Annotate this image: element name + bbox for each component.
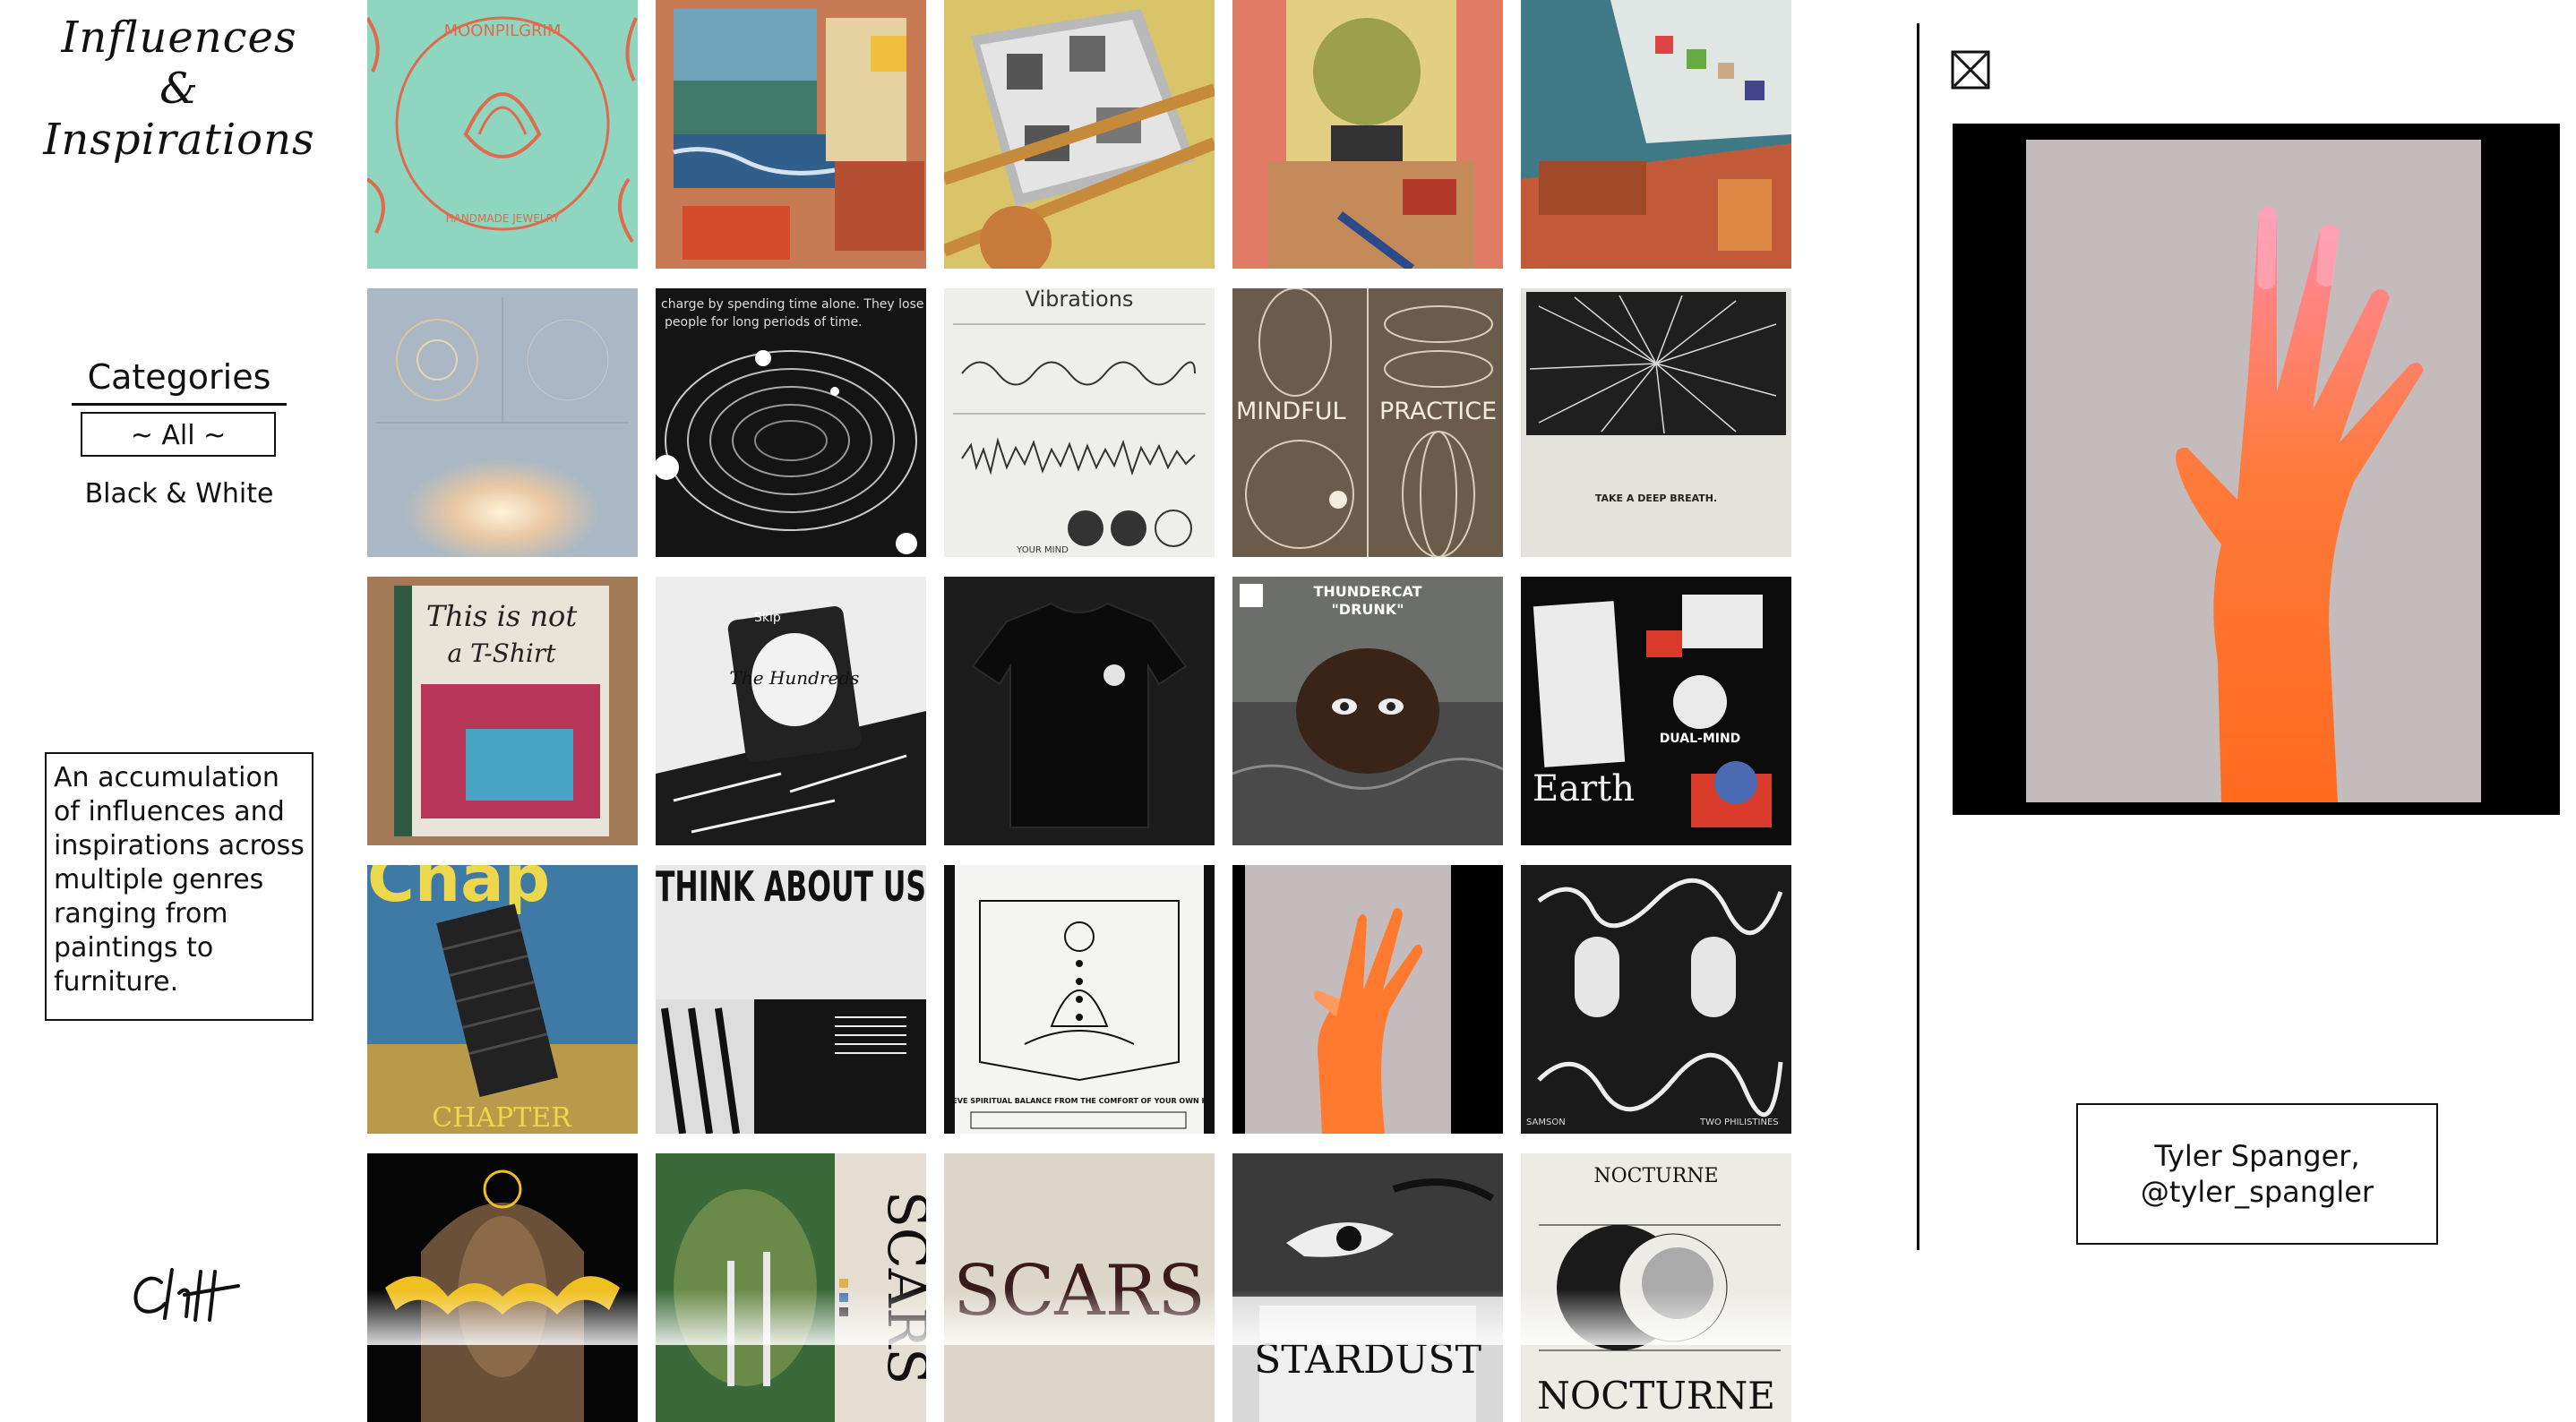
svg-text:PRACTICE: PRACTICE [1379, 398, 1497, 425]
signature-logo-icon [133, 1268, 240, 1322]
svg-text:TWO PHILISTINES: TWO PHILISTINES [1699, 1118, 1779, 1127]
image-credit-text: Tyler Spanger, @tyler_spangler [2140, 1139, 2374, 1209]
tile-vibrations-poster[interactable]: Vibrations YOUR MIND [944, 288, 1215, 557]
svg-text:TAKE A DEEP BREATH.: TAKE A DEEP BREATH. [1595, 493, 1717, 504]
tile-moonpilgrim[interactable]: MOONPILGRIM HANDMADE JEWELRY [367, 0, 638, 269]
svg-text:a T-Shirt: a T-Shirt [448, 638, 557, 668]
tile-scars-title: SCARS [953, 1251, 1206, 1332]
tile-thundercat-drunk-album[interactable]: THUNDERCAT "DRUNK" [1232, 577, 1503, 845]
tile-samson-philistines[interactable]: SAMSON TWO PHILISTINES [1521, 865, 1791, 1134]
category-black-white-link[interactable]: Black & White [72, 475, 287, 514]
svg-text:SAMSON: SAMSON [1526, 1118, 1566, 1127]
tile-tshirt-title: This is not [426, 599, 577, 633]
tile-think-about-us[interactable]: THINK ABOUT US [656, 865, 926, 1134]
tile-stardust[interactable]: STARDUST [1232, 1153, 1503, 1422]
tile-painting-studio-window[interactable] [656, 0, 926, 269]
svg-text:Chap: Chap [367, 865, 550, 916]
description-box: An accumulation of influences and inspir… [45, 752, 313, 1021]
tile-chapter-title: CHAPTER [432, 1102, 572, 1134]
tile-thundercat-title: THUNDERCAT [1313, 583, 1421, 600]
tile-painting-typewriter-room[interactable] [1232, 0, 1503, 269]
tile-the-hundreds-cards[interactable]: The Hundreds Skip [656, 577, 926, 845]
tile-black-tshirt[interactable] [944, 577, 1215, 845]
close-icon[interactable] [1951, 50, 1990, 90]
tile-orbit-diagram[interactable]: charge by spending time alone. They lose… [656, 288, 926, 557]
tile-vibrations-title: Vibrations [1026, 288, 1134, 312]
svg-text:ACHIEVE SPIRITUAL BALANCE FROM: ACHIEVE SPIRITUAL BALANCE FROM THE COMFO… [944, 1097, 1215, 1105]
tile-scars-cover-trees[interactable]: SCARS [656, 1153, 926, 1422]
site-title-line-1: Influences & [61, 13, 297, 114]
tile-moonpilgrim-title: MOONPILGRIM [444, 21, 562, 40]
tile-painting-photo-album[interactable] [944, 0, 1215, 269]
signature-logo[interactable] [125, 1263, 242, 1325]
svg-text:NOCTURNE: NOCTURNE [1593, 1165, 1718, 1187]
category-all-button[interactable]: ~ All ~ [81, 412, 276, 457]
tile-think-title: THINK ABOUT US [656, 865, 926, 911]
site-title: Influences & Inspirations [36, 13, 322, 166]
tile-earth-title: Earth [1533, 768, 1635, 810]
tile-this-is-not-a-tshirt-book[interactable]: This is not a T-Shirt [367, 577, 638, 845]
svg-text:people for long periods of tim: people for long periods of time. [665, 315, 863, 330]
svg-text:charge by spending time alone.: charge by spending time alone. They lose… [661, 297, 926, 312]
tile-hundreds-title: The Hundreds [730, 667, 860, 689]
inspiration-grid: MOONPILGRIM HANDMADE JEWELRY charge by s… [367, 0, 1795, 1422]
svg-text:DUAL-MIND: DUAL-MIND [1660, 732, 1741, 746]
tile-deep-breath[interactable]: TAKE A DEEP BREATH. [1521, 288, 1791, 557]
tile-mindful-practice[interactable]: MINDFUL PRACTICE [1232, 288, 1503, 557]
svg-text:SCARS: SCARS [875, 1191, 926, 1385]
tile-scars-wordmark[interactable]: SCARS [944, 1153, 1215, 1422]
tile-stardust-title: STARDUST [1254, 1337, 1481, 1383]
tile-nocturne-title: NOCTURNE [1537, 1374, 1775, 1418]
tile-orange-hand-thumb[interactable] [1232, 865, 1503, 1134]
svg-text:YOUR MIND: YOUR MIND [1016, 545, 1069, 555]
tile-painting-gallery-room[interactable] [1521, 0, 1791, 269]
tile-spiritual-balance[interactable]: ACHIEVE SPIRITUAL BALANCE FROM THE COMFO… [944, 865, 1215, 1134]
panel-divider [1917, 23, 1919, 1250]
tile-sticker-collage[interactable]: DUAL-MIND Earth [1521, 577, 1791, 845]
site-title-line-2: Inspirations [43, 115, 315, 165]
tile-nocturne[interactable]: NOCTURNE NOCTURNE [1521, 1153, 1791, 1422]
tile-sound-circles[interactable] [367, 288, 638, 557]
image-credit-box: Tyler Spanger, @tyler_spangler [2076, 1103, 2438, 1245]
categories-heading: Categories [72, 355, 287, 406]
tile-mindful-title: MINDFUL [1236, 398, 1346, 425]
tile-chapter-magazine[interactable]: Chap CHAPTER [367, 865, 638, 1134]
svg-text:Skip: Skip [754, 611, 781, 625]
selected-image-preview [1953, 124, 2560, 815]
tile-gold-figure-arch[interactable] [367, 1153, 638, 1422]
svg-text:"DRUNK": "DRUNK" [1331, 601, 1404, 618]
svg-text:HANDMADE JEWELRY: HANDMADE JEWELRY [446, 212, 560, 225]
